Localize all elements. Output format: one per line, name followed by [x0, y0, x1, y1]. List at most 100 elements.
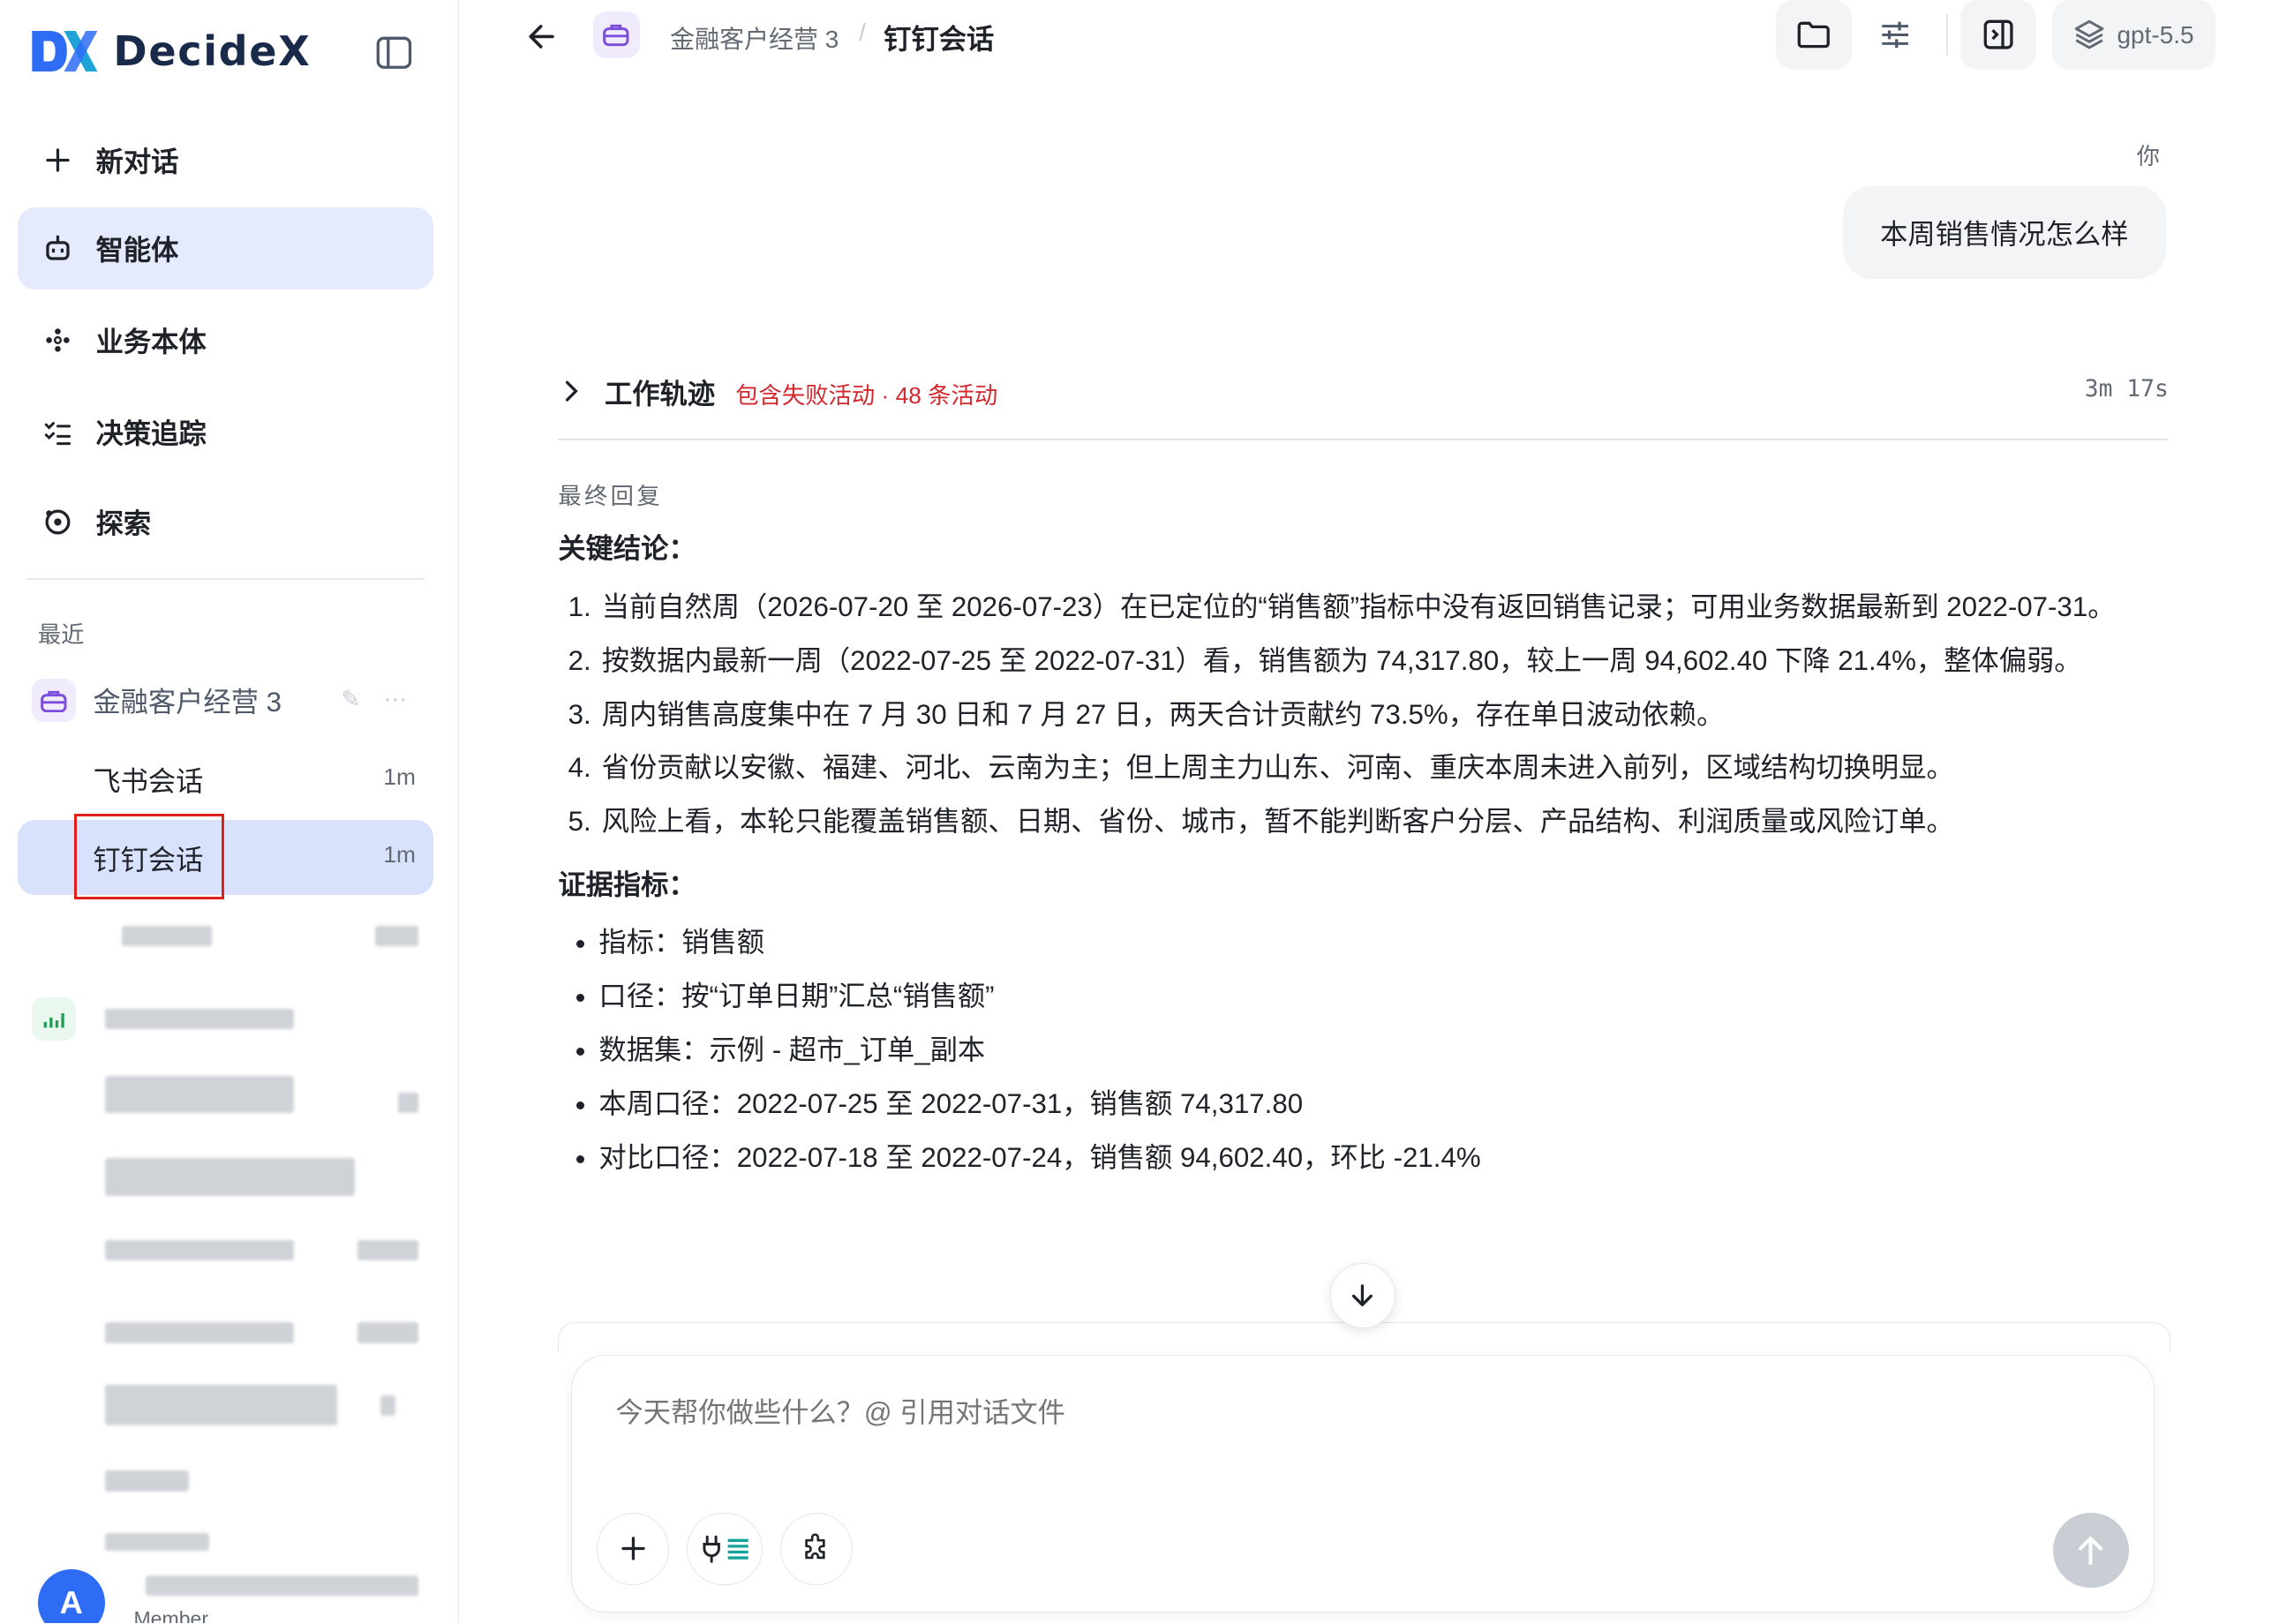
- redacted-item: [104, 1322, 294, 1343]
- redacted-item: [357, 1239, 419, 1260]
- sidebar: DecideX 新对话 智能体 业务本体 决策追踪 探索 最近 金融客户经营 3…: [0, 0, 459, 1624]
- evidence-list: 指标：销售额 口径：按“订单日期”汇总“销售额” 数据集：示例 - 超市_订单_…: [558, 917, 2171, 1183]
- connectors-button[interactable]: [687, 1512, 763, 1585]
- plugins-button[interactable]: [779, 1512, 853, 1585]
- puzzle-icon: [804, 1533, 825, 1559]
- conclusion-list: 当前自然周（2026-07-20 至 2026-07-23）在已定位的“销售额”…: [558, 582, 2171, 847]
- recent-group-agent[interactable]: 金融客户经营 3 ✎ ⋯: [20, 668, 433, 732]
- briefcase-icon: [32, 679, 76, 723]
- evidence-item: 指标：销售额: [598, 917, 2171, 968]
- recent-label: 最近: [37, 620, 85, 648]
- redacted-item: [104, 1008, 294, 1029]
- user-avatar[interactable]: A: [37, 1569, 105, 1624]
- conclusion-item: 风险上看，本轮只能覆盖销售额、日期、省份、城市，暂不能判断客户分层、产品结构、利…: [598, 796, 2171, 847]
- work-trace-toggle[interactable]: 工作轨迹 包含失败活动 · 48 条活动 3m 17s: [558, 371, 2169, 414]
- app-name: DecideX: [113, 26, 312, 75]
- redacted-item: [398, 1093, 419, 1114]
- redacted-item: [104, 1533, 210, 1552]
- explore-icon: [45, 509, 71, 535]
- evidence-item: 数据集：示例 - 超市_订单_副本: [598, 1025, 2171, 1076]
- page-title: 钉钉会话: [884, 23, 995, 55]
- app-logo[interactable]: DecideX: [29, 26, 311, 76]
- trace-duration: 3m 17s: [2084, 376, 2169, 403]
- network-icon: [46, 328, 71, 352]
- chart-icon: [32, 996, 76, 1041]
- send-button[interactable]: [2053, 1512, 2129, 1589]
- nav-explore[interactable]: 探索: [18, 481, 433, 562]
- message-composer: [571, 1354, 2155, 1613]
- redacted-item: [357, 1322, 419, 1343]
- settings-button[interactable]: [1861, 0, 1930, 70]
- sidebar-right-icon: [1983, 20, 2013, 49]
- final-reply-label: 最终回复: [558, 483, 663, 510]
- evidence-heading: 证据指标：: [558, 868, 696, 900]
- sidebar-divider: [26, 578, 425, 581]
- trace-status: 包含失败活动 · 48 条活动: [735, 382, 998, 410]
- plus-icon: [621, 1537, 645, 1560]
- nav-label: 智能体: [95, 235, 179, 267]
- scroll-to-bottom-button[interactable]: [1329, 1262, 1396, 1329]
- conclusion-item: 按数据内最新一周（2022-07-25 至 2022-07-31）看，销售额为 …: [598, 635, 2171, 687]
- data-source-icon: [727, 1538, 748, 1560]
- decidex-logo-icon: [32, 30, 98, 71]
- trace-title: 工作轨迹: [605, 378, 716, 410]
- selection-highlight: [73, 814, 224, 900]
- evidence-item: 口径：按“订单日期”汇总“销售额”: [598, 971, 2171, 1022]
- panel-toggle-button[interactable]: [1960, 0, 2036, 71]
- edit-icon[interactable]: ✎: [341, 686, 360, 713]
- nav-agents[interactable]: 智能体: [17, 207, 433, 289]
- redacted-item: [104, 1470, 190, 1492]
- back-arrow-icon[interactable]: [523, 18, 561, 56]
- folder-icon: [1797, 21, 1831, 49]
- header-divider: [1945, 14, 1948, 56]
- redacted-item: [104, 1385, 338, 1426]
- redacted-item: [104, 1075, 294, 1114]
- user-label: 你: [2136, 142, 2160, 169]
- nav-label: 决策追踪: [95, 417, 207, 449]
- recent-group-title: 金融客户经营 3: [93, 687, 282, 718]
- conclusion-item: 当前自然周（2026-07-20 至 2026-07-23）在已定位的“销售额”…: [598, 582, 2171, 633]
- redacted-item: [380, 1395, 395, 1416]
- add-button[interactable]: [597, 1512, 670, 1585]
- redacted-item: [145, 1575, 419, 1597]
- files-button[interactable]: [1776, 0, 1852, 71]
- sliders-icon: [1882, 21, 1909, 49]
- nav-label: 新对话: [95, 146, 179, 177]
- nav-label: 业务本体: [95, 326, 207, 357]
- conclusion-item: 周内销售高度集中在 7 月 30 日和 7 月 27 日，两天合计贡献约 73.…: [598, 689, 2171, 741]
- conclusion-item: 省份贡献以安徽、福建、河北、云南为主；但上周主力山东、河南、重庆本周未进入前列，…: [598, 742, 2171, 793]
- arrow-down-icon: [1352, 1284, 1373, 1306]
- sidebar-toggle-icon[interactable]: [375, 35, 413, 71]
- model-selector[interactable]: gpt-5.5: [2052, 0, 2215, 71]
- trace-divider: [558, 439, 2169, 440]
- recent-item-feishu[interactable]: 飞书会话 1m: [18, 741, 433, 817]
- recent-item-label: 飞书会话: [93, 766, 204, 798]
- header: 金融客户经营 3 / 钉钉会话 gpt-5.5: [459, 0, 2279, 72]
- plus-icon: [46, 147, 71, 172]
- arrow-up-icon: [2079, 1537, 2103, 1566]
- nav-business-ontology[interactable]: 业务本体: [18, 299, 433, 380]
- plug-icon: [703, 1536, 720, 1564]
- evidence-item: 对比口径：2022-07-18 至 2022-07-24，销售额 94,602.…: [598, 1132, 2171, 1184]
- briefcase-icon: [592, 11, 640, 58]
- breadcrumb-separator: /: [859, 19, 866, 47]
- message-input[interactable]: [613, 1395, 1927, 1432]
- redacted-item: [374, 925, 419, 946]
- conclusion-heading: 关键结论：: [558, 533, 696, 565]
- assistant-reply: 关键结论： 当前自然周（2026-07-20 至 2026-07-23）在已定位…: [558, 529, 2171, 1185]
- checklist-icon: [45, 421, 71, 445]
- recent-item-time: 1m: [383, 763, 416, 790]
- robot-icon: [46, 235, 71, 260]
- evidence-item: 本周口径：2022-07-25 至 2022-07-31，销售额 74,317.…: [598, 1079, 2171, 1130]
- redacted-item: [104, 1239, 294, 1260]
- breadcrumb-agent[interactable]: 金融客户经营 3: [670, 20, 839, 56]
- redacted-item: [104, 1158, 355, 1197]
- recent-item-time: 1m: [383, 841, 416, 868]
- user-message: 本周销售情况怎么样: [1843, 185, 2166, 280]
- nav-decision-trace[interactable]: 决策追踪: [18, 391, 433, 472]
- layers-icon: [2074, 20, 2104, 49]
- chevron-right-icon: [565, 380, 578, 402]
- nav-new-chat[interactable]: 新对话: [18, 119, 433, 200]
- more-icon[interactable]: ⋯: [384, 686, 407, 713]
- user-role: Member: [133, 1607, 209, 1624]
